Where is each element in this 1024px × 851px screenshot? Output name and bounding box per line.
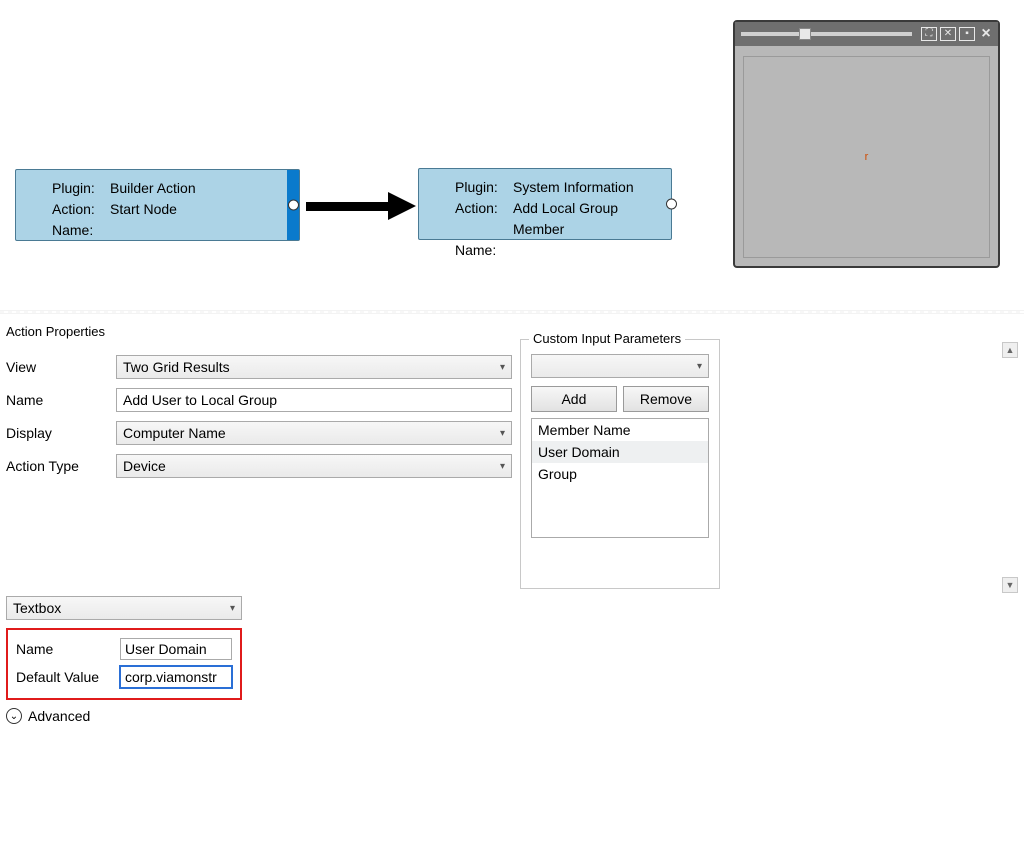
node-label: Plugin: <box>52 178 104 199</box>
parameter-type-select[interactable]: ▾ <box>531 354 709 378</box>
default-value-label: Default Value <box>16 669 120 685</box>
chevron-down-icon: ▾ <box>500 428 505 439</box>
parameter-control-type-select[interactable]: Textbox ▾ <box>6 596 242 620</box>
node-output-port[interactable] <box>666 199 677 210</box>
action-properties-title: Action Properties <box>6 324 512 339</box>
default-value-value: corp.viamonstr <box>125 669 217 685</box>
advanced-expander[interactable]: ⌄ Advanced <box>6 708 242 724</box>
highlight-frame: Name User Domain Default Value corp.viam… <box>6 628 242 700</box>
preview-slider-thumb[interactable] <box>799 28 811 40</box>
list-item[interactable]: Member Name <box>532 419 708 441</box>
display-label: Display <box>6 425 116 441</box>
parameter-name-value: User Domain <box>125 641 207 657</box>
chevron-down-icon: ⌄ <box>6 708 22 724</box>
minimize-icon[interactable]: ▪ <box>959 27 975 41</box>
node-label: Name: <box>455 240 507 261</box>
preview-center-mark: r <box>865 151 869 163</box>
chevron-down-icon: ▾ <box>697 361 702 372</box>
expand-icon[interactable]: ✕ <box>940 27 956 41</box>
display-select-value: Computer Name <box>123 425 226 441</box>
custom-input-parameters-title: Custom Input Parameters <box>529 331 685 346</box>
node-value: Add Local Group Member <box>513 198 661 240</box>
display-select[interactable]: Computer Name ▾ <box>116 421 512 445</box>
chevron-down-icon: ▾ <box>500 362 505 373</box>
node-label: Name: <box>52 220 104 241</box>
parameter-detail-panel: ▲ ▼ Textbox ▾ Name User Domain Default V… <box>6 596 262 851</box>
parameters-listbox[interactable]: Member Name User Domain Group <box>531 418 709 538</box>
preview-content: r <box>743 56 990 258</box>
chevron-down-icon: ▾ <box>500 461 505 472</box>
advanced-label: Advanced <box>28 708 90 724</box>
name-input-value: Add User to Local Group <box>123 392 277 408</box>
name-label: Name <box>6 392 116 408</box>
action-type-label: Action Type <box>6 458 116 474</box>
node-start[interactable]: Plugin:Builder Action Action:Start Node … <box>15 169 300 241</box>
list-item[interactable]: Group <box>532 463 708 485</box>
close-icon[interactable]: × <box>978 27 994 41</box>
parameter-control-type-value: Textbox <box>13 600 61 616</box>
parameter-name-label: Name <box>16 641 120 657</box>
view-label: View <box>6 359 116 375</box>
view-select[interactable]: Two Grid Results ▾ <box>116 355 512 379</box>
node-value: System Information <box>513 177 634 198</box>
node-label: Action: <box>52 199 104 220</box>
fullscreen-enter-icon[interactable]: ⛶ <box>921 27 937 41</box>
chevron-down-icon: ▾ <box>230 603 235 614</box>
action-type-select-value: Device <box>123 458 166 474</box>
node-add-local-group-member[interactable]: Plugin: System Information Action:Add Loc… <box>418 168 672 240</box>
parameter-name-input[interactable]: User Domain <box>120 638 232 660</box>
node-label: Action: <box>455 198 507 240</box>
name-input[interactable]: Add User to Local Group <box>116 388 512 412</box>
list-item[interactable]: User Domain <box>532 441 708 463</box>
node-value: Start Node <box>110 199 177 220</box>
view-select-value: Two Grid Results <box>123 359 230 375</box>
connector-arrow-head <box>388 192 416 220</box>
scrollbar-vertical[interactable]: ▲ ▼ <box>1002 342 1018 593</box>
preview-slider-track[interactable] <box>741 32 912 36</box>
scroll-up-icon[interactable]: ▲ <box>1002 342 1018 358</box>
connector-arrow <box>306 202 391 211</box>
preview-window[interactable]: ⛶ ✕ ▪ × r <box>733 20 1000 268</box>
workflow-canvas[interactable]: Plugin:Builder Action Action:Start Node … <box>0 0 1024 308</box>
action-type-select[interactable]: Device ▾ <box>116 454 512 478</box>
preview-titlebar[interactable]: ⛶ ✕ ▪ × <box>735 22 998 46</box>
remove-button[interactable]: Remove <box>623 386 709 412</box>
node-value: Builder Action <box>110 178 196 199</box>
splitter-horizontal[interactable] <box>0 310 1024 314</box>
scroll-down-icon[interactable]: ▼ <box>1002 577 1018 593</box>
default-value-input[interactable]: corp.viamonstr <box>120 666 232 688</box>
node-label: Plugin: <box>455 177 507 198</box>
add-button[interactable]: Add <box>531 386 617 412</box>
node-start-output-port[interactable] <box>288 200 299 211</box>
action-properties-group: Action Properties View Two Grid Results … <box>6 324 512 582</box>
custom-input-parameters-group: Custom Input Parameters ▾ Add Remove Mem… <box>520 339 720 589</box>
